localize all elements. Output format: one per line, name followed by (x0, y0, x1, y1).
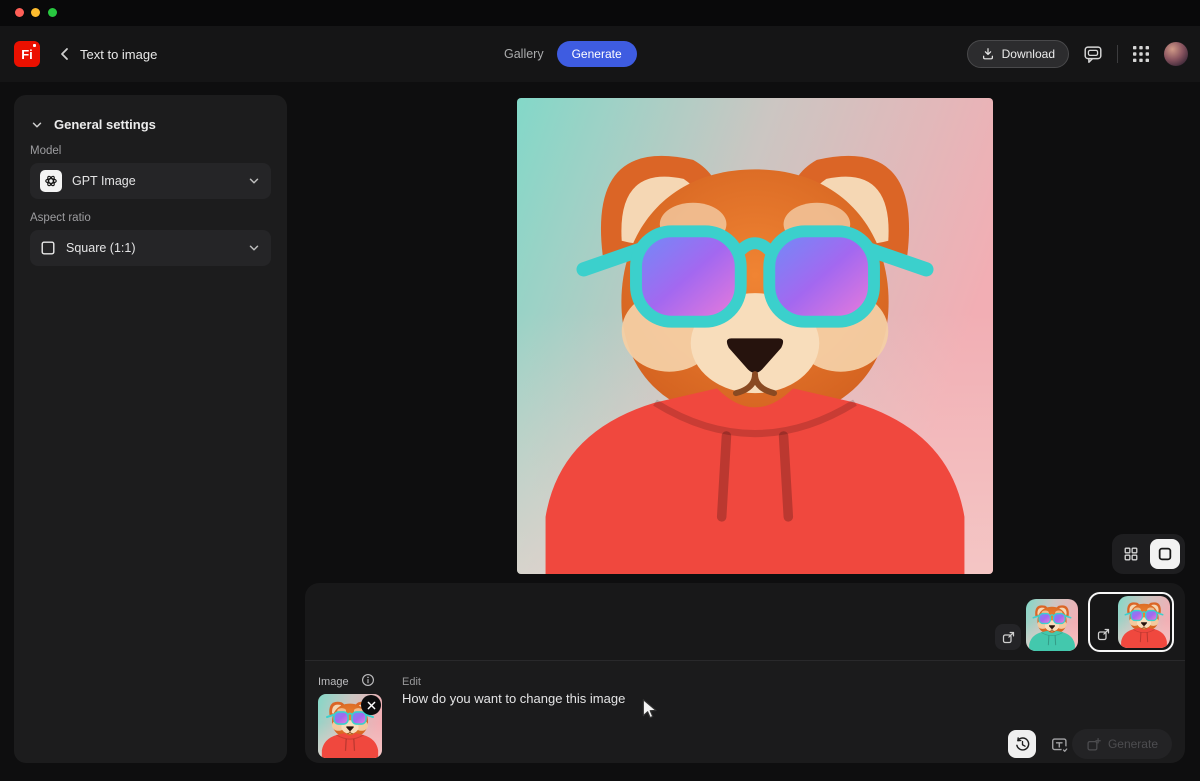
single-view-icon (1158, 547, 1172, 561)
export-icon (1097, 628, 1109, 640)
generation-panel: Image Edit How do you want to change thi… (305, 583, 1185, 763)
header-divider (1117, 45, 1118, 63)
minimize-window-button[interactable] (31, 8, 40, 17)
result-thumbnail-teal[interactable] (1026, 599, 1078, 651)
model-dropdown[interactable]: GPT Image (30, 163, 271, 199)
download-button-label: Download (1001, 47, 1055, 61)
apps-grid-icon (1133, 46, 1149, 62)
aspect-ratio-dropdown[interactable]: Square (1:1) (30, 230, 271, 266)
result-item-2-selected[interactable] (1088, 592, 1174, 652)
close-window-button[interactable] (15, 8, 24, 17)
back-button[interactable] (56, 26, 74, 82)
page-title: Text to image (80, 46, 158, 62)
result-item-1 (995, 599, 1078, 651)
view-toggle-group (1112, 534, 1185, 574)
mode-switcher: Gallery Generate (504, 26, 637, 82)
firefly-logo-text: Fi (21, 46, 33, 62)
general-settings-toggle[interactable]: General settings (30, 117, 271, 132)
text-check-icon (1052, 738, 1070, 754)
apps-grid-button[interactable] (1131, 44, 1151, 64)
aspect-ratio-label: Aspect ratio (30, 212, 91, 224)
results-filmstrip (305, 583, 1185, 661)
info-icon[interactable] (361, 673, 375, 687)
tab-generate[interactable]: Generate (556, 41, 637, 67)
settings-sidebar: General settings Model GPT Image Aspect … (14, 95, 287, 763)
window-titlebar (0, 0, 1200, 26)
zoom-window-button[interactable] (48, 8, 57, 17)
generated-image (517, 98, 993, 574)
download-icon (982, 48, 993, 60)
prompt-composer: Image Edit How do you want to change thi… (305, 660, 1185, 763)
firefly-logo-spark (33, 44, 36, 47)
open-result-button[interactable] (1092, 621, 1114, 647)
close-icon (367, 701, 375, 709)
prompt-placeholder-text: How do you want to change this image (402, 691, 626, 706)
model-value: GPT Image (72, 174, 136, 188)
aspect-ratio-value: Square (1:1) (66, 241, 136, 255)
download-button[interactable]: Download (966, 40, 1069, 68)
openai-logo-icon (40, 170, 62, 192)
firefly-app-window: Fi Text to image Gallery Generate Downlo… (0, 0, 1200, 781)
generate-button-disabled[interactable]: Generate (1071, 729, 1172, 759)
model-label: Model (30, 145, 62, 157)
history-button[interactable] (1008, 730, 1036, 758)
remove-image-button[interactable] (361, 695, 381, 715)
grid-view-button[interactable] (1117, 540, 1145, 568)
image-label: Image (318, 676, 349, 688)
app-header: Fi Text to image Gallery Generate Downlo… (0, 26, 1200, 82)
tab-gallery[interactable]: Gallery (504, 47, 544, 61)
square-ratio-icon (41, 241, 55, 255)
firefly-logo: Fi (14, 41, 40, 67)
history-clock-icon (1015, 736, 1029, 751)
result-thumbnail-red[interactable] (1118, 596, 1170, 648)
feedback-button[interactable] (1082, 43, 1104, 65)
open-result-button[interactable] (995, 624, 1021, 650)
generate-button-label: Generate (1107, 737, 1158, 751)
chevron-down-icon (32, 122, 42, 127)
generate-sparkle-icon (1087, 737, 1101, 751)
chevron-down-icon (249, 245, 259, 251)
prompt-check-button[interactable] (1048, 733, 1072, 757)
chevron-down-icon (249, 178, 259, 184)
reference-image[interactable] (318, 694, 382, 758)
general-settings-title: General settings (54, 117, 156, 132)
grid-view-icon (1124, 547, 1138, 561)
header-actions: Download (966, 26, 1188, 82)
prompt-input[interactable]: How do you want to change this image (402, 690, 965, 750)
chevron-left-icon (61, 48, 68, 60)
user-avatar[interactable] (1164, 42, 1188, 66)
export-icon (1002, 631, 1014, 643)
single-view-button[interactable] (1150, 539, 1180, 569)
chat-bubble-icon (1084, 46, 1102, 63)
edit-label: Edit (402, 676, 421, 688)
